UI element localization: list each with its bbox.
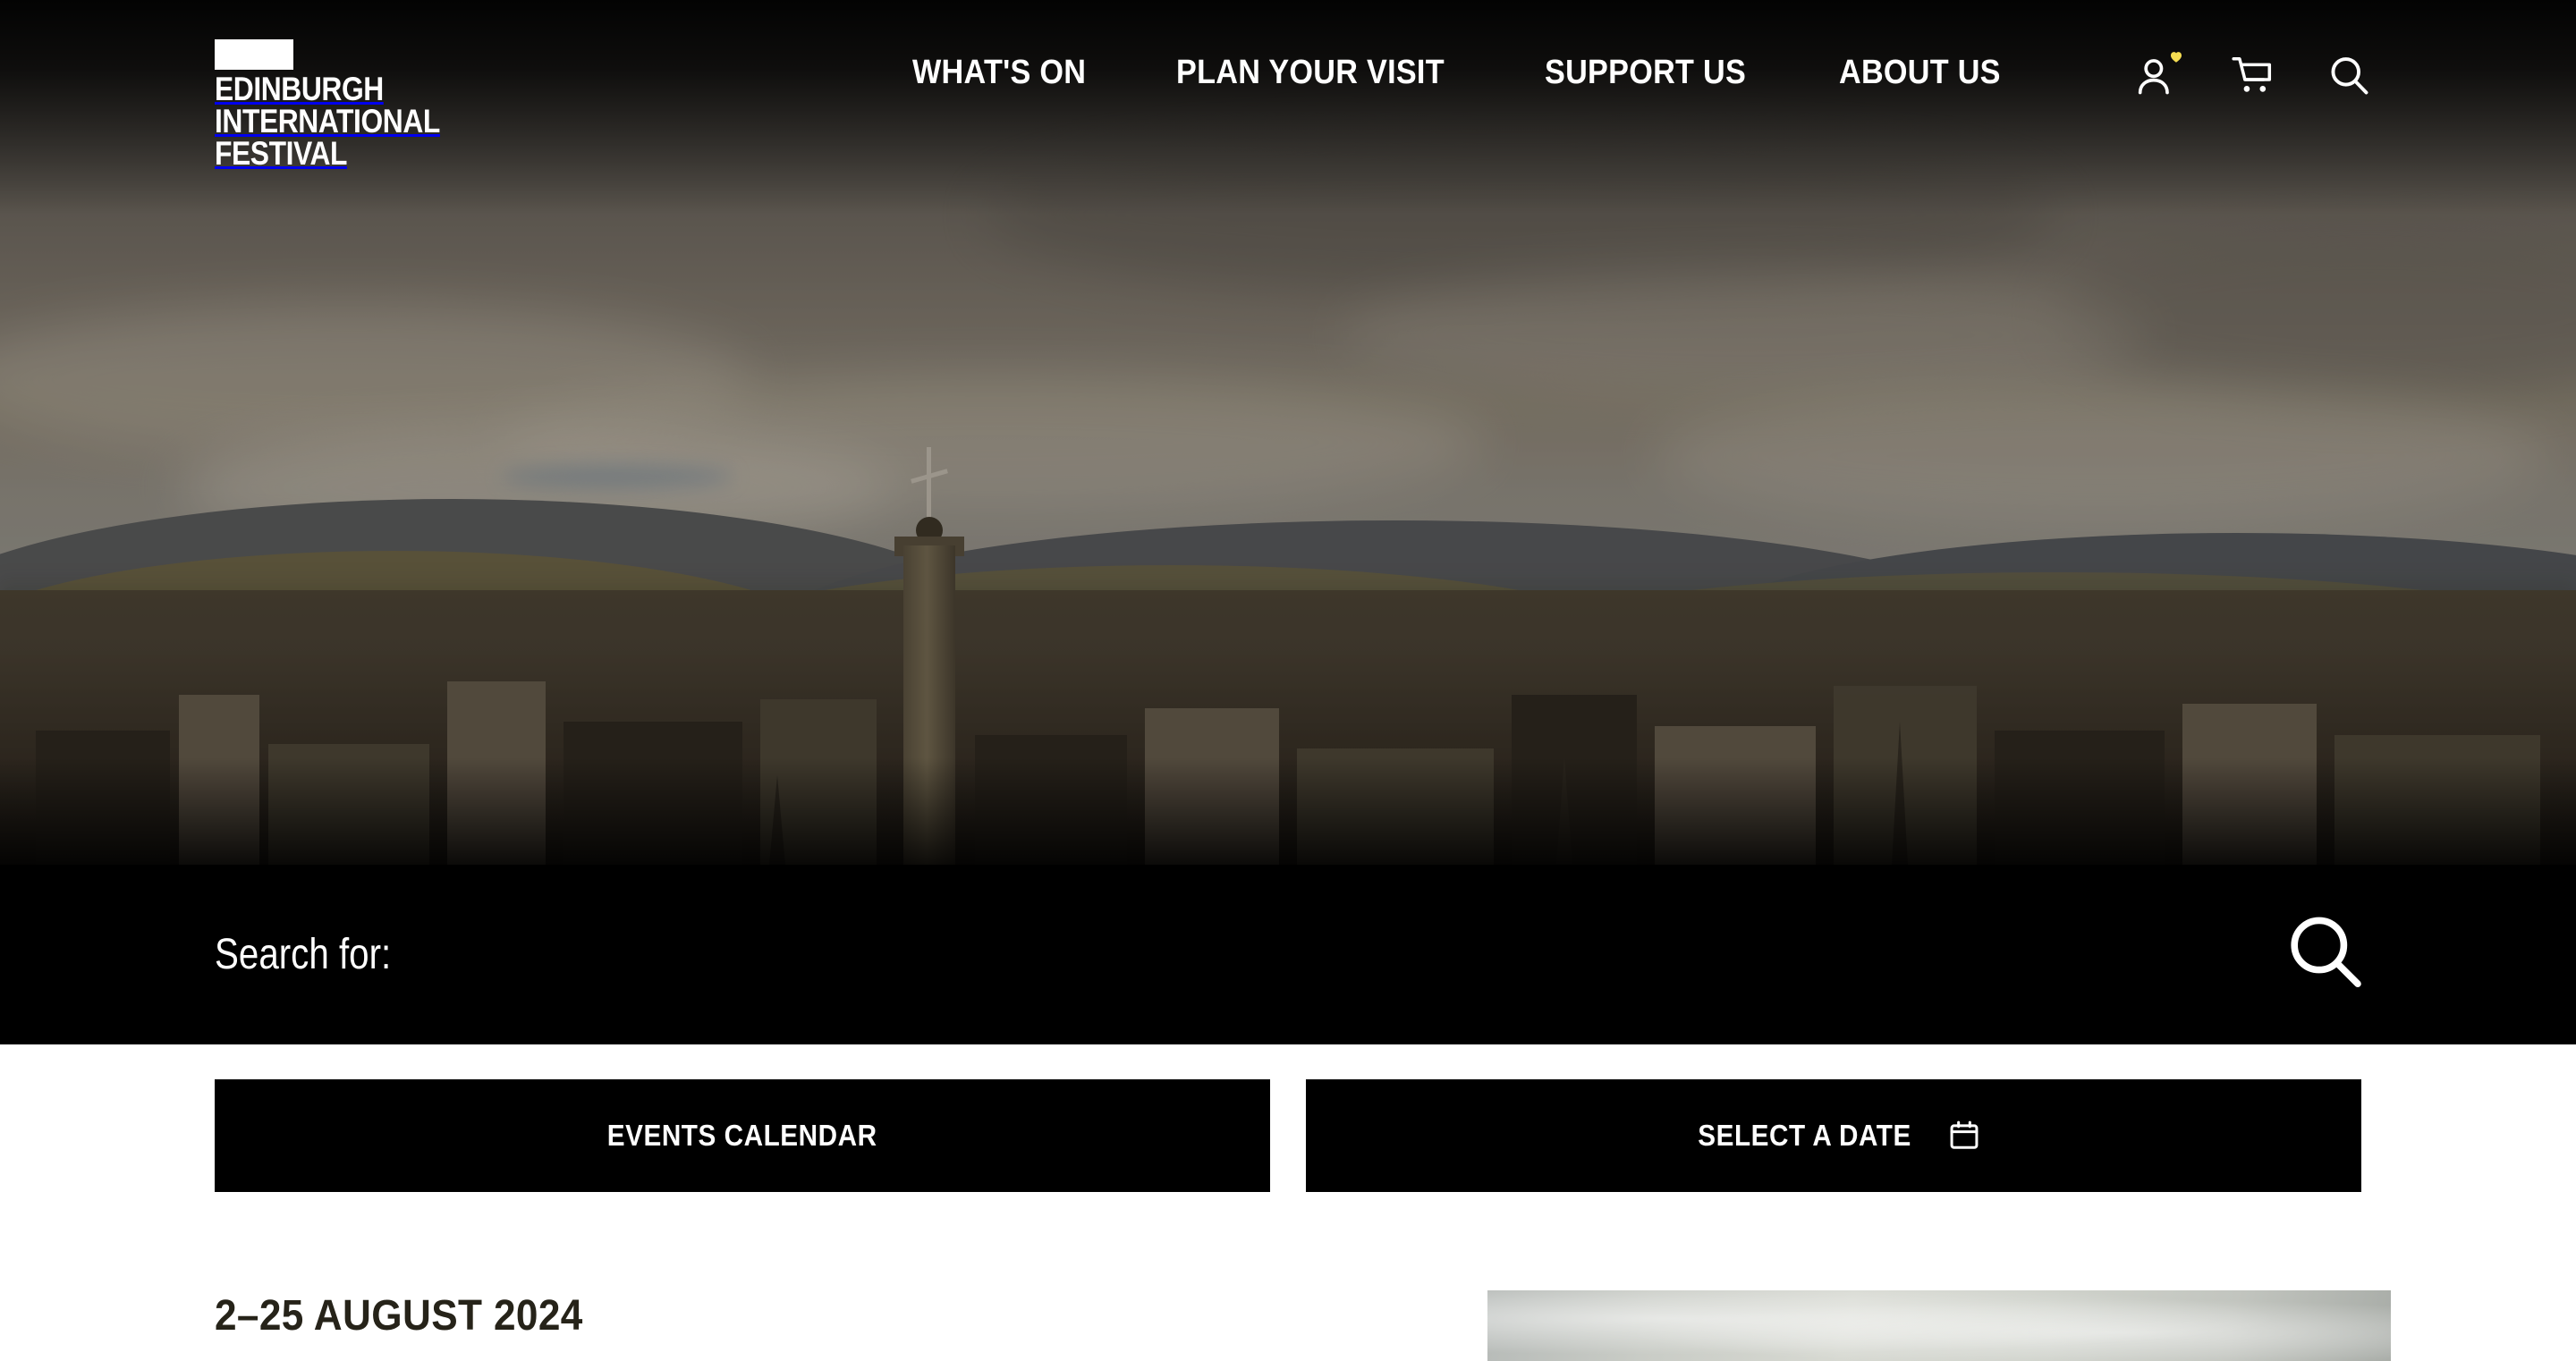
select-a-date-button[interactable]: SELECT A DATE: [1306, 1079, 2361, 1192]
header-icon-group: [2132, 52, 2372, 98]
logo-line-1: EDINBURGH: [215, 71, 384, 107]
main-navigation: WHAT'S ON PLAN YOUR VISIT SUPPORT US ABO…: [912, 54, 2019, 92]
cart-icon[interactable]: [2229, 52, 2275, 98]
account-icon[interactable]: [2132, 52, 2182, 98]
calendar-controls: EVENTS CALENDAR SELECT A DATE: [215, 1079, 2361, 1192]
page-title-date-range: 2–25 AUGUST 2024: [215, 1292, 583, 1340]
hero-overlay-bottom-gradient: [0, 757, 2576, 865]
search-bar: [0, 865, 2576, 1044]
favourites-heart-icon: [2171, 52, 2182, 63]
promo-image[interactable]: [1487, 1290, 2391, 1361]
select-a-date-label: SELECT A DATE: [1698, 1119, 1912, 1152]
site-logo[interactable]: EDINBURGH INTERNATIONAL FESTIVAL: [215, 39, 555, 170]
nav-item-whats-on[interactable]: WHAT'S ON: [912, 54, 1086, 92]
events-calendar-button[interactable]: EVENTS CALENDAR: [215, 1079, 1270, 1192]
calendar-icon: [1950, 1120, 1978, 1149]
logo-line-2: INTERNATIONAL: [215, 103, 440, 139]
search-icon: [2291, 917, 2361, 987]
logo-line-3: FESTIVAL: [215, 135, 348, 172]
search-input[interactable]: [215, 911, 1853, 997]
events-calendar-label: EVENTS CALENDAR: [607, 1119, 877, 1152]
search-icon[interactable]: [2326, 52, 2372, 98]
site-header: EDINBURGH INTERNATIONAL FESTIVAL WHAT'S …: [0, 0, 2576, 206]
logo-mark-block: [215, 39, 293, 70]
search-submit-button[interactable]: [2283, 909, 2368, 995]
nav-item-support-us[interactable]: SUPPORT US: [1545, 54, 1746, 92]
nav-item-plan-your-visit[interactable]: PLAN YOUR VISIT: [1176, 54, 1445, 92]
nav-item-about-us[interactable]: ABOUT US: [1839, 54, 2001, 92]
